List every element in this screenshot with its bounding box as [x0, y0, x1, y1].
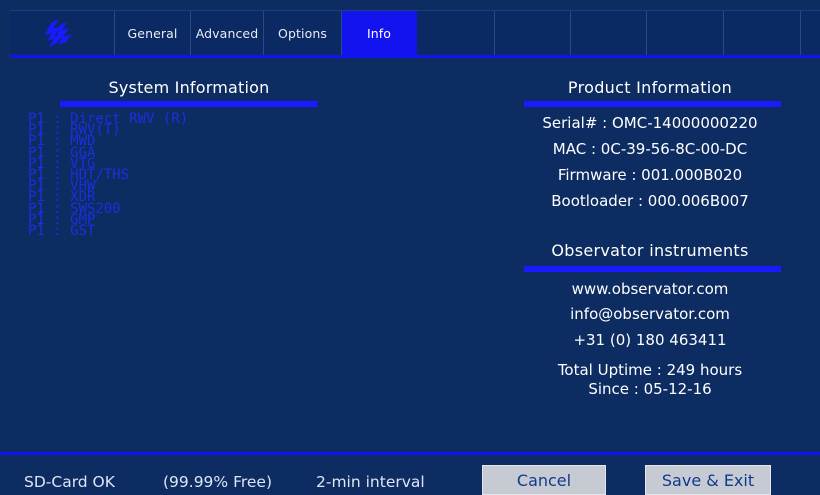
company-divider: [524, 266, 781, 272]
tab-info[interactable]: Info: [342, 11, 417, 55]
product-info-title: Product Information: [567, 78, 733, 97]
company-phone: +31 (0) 180 463411: [573, 331, 727, 349]
save-exit-button[interactable]: Save & Exit: [645, 465, 771, 495]
sd-card-status: SD-Card OK: [24, 473, 115, 491]
footer-divider: [0, 452, 820, 455]
cancel-button[interactable]: Cancel: [482, 465, 606, 495]
tab-bar-underline: [10, 55, 820, 58]
system-info-title: System Information: [108, 78, 270, 97]
tab-empty-2: [495, 11, 571, 55]
system-info-list: P1 : Direct RWV (R) P1 : RWV(T) P1 : MWD…: [28, 112, 188, 239]
log-interval: 2-min interval: [316, 473, 425, 491]
tab-empty-1: [417, 11, 495, 55]
tab-empty-5: [724, 11, 801, 55]
sd-card-free-space: (99.99% Free): [163, 473, 273, 491]
tab-options[interactable]: Options: [264, 11, 342, 55]
system-info-divider: [60, 101, 318, 107]
total-uptime: Total Uptime : 249 hours: [557, 361, 743, 379]
company-website: www.observator.com: [571, 280, 729, 298]
observator-logo-icon: [10, 11, 115, 55]
tab-empty-4: [647, 11, 724, 55]
uptime-since: Since : 05-12-16: [588, 380, 712, 398]
product-info-divider: [524, 101, 781, 107]
mac-address: MAC : 0C-39-56-8C-00-DC: [552, 140, 748, 158]
list-item: P1 : GST: [28, 222, 96, 239]
serial-number: Serial# : OMC-14000000220: [542, 114, 758, 132]
company-title: Observator instruments: [551, 241, 749, 260]
tab-general[interactable]: General: [115, 11, 191, 55]
company-email: info@observator.com: [570, 305, 730, 323]
tab-empty-3: [571, 11, 647, 55]
tab-advanced[interactable]: Advanced: [191, 11, 264, 55]
tab-bar: General Advanced Options Info: [10, 10, 820, 55]
bootloader-version: Bootloader : 000.006B007: [551, 192, 749, 210]
firmware-version: Firmware : 001.000B020: [557, 166, 743, 184]
